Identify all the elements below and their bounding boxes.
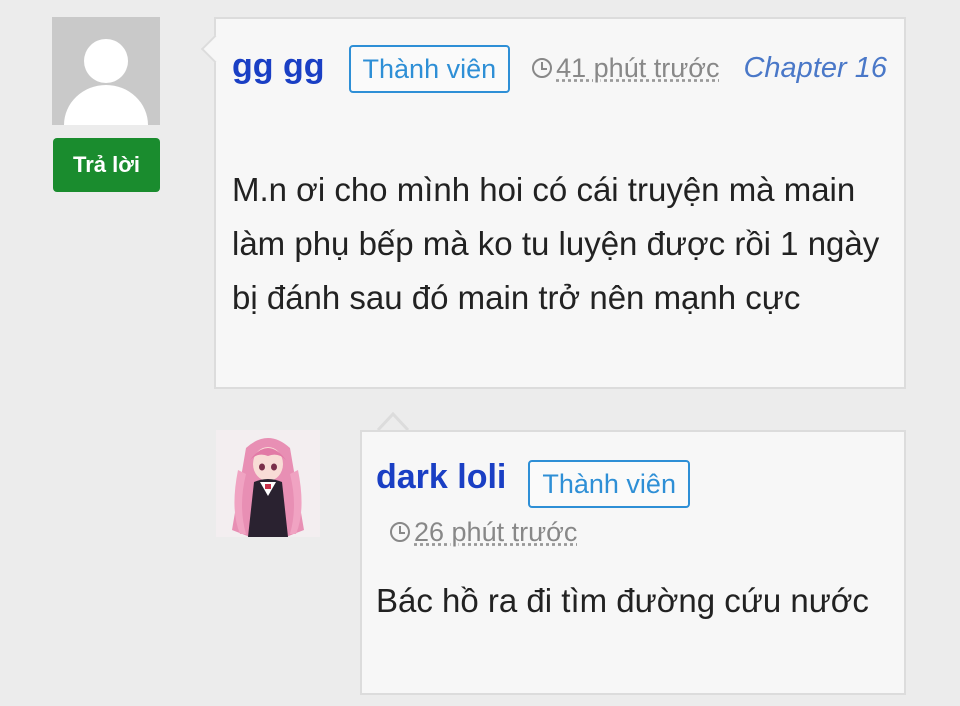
anime-girl-avatar-icon xyxy=(216,430,320,537)
chapter-link[interactable]: Chapter 16 xyxy=(743,52,887,84)
comment-time-text: 41 phút trước xyxy=(556,53,720,83)
comment-time[interactable]: 41 phút trước xyxy=(532,53,719,83)
clock-icon xyxy=(532,58,553,78)
reply-time-text: 26 phút trước xyxy=(414,517,578,547)
reply-author-avatar[interactable] xyxy=(216,430,320,537)
reply-pointer xyxy=(376,411,410,432)
comment-bubble: gg gg Thành viên 41 phút trước Chapter 16 M… xyxy=(200,17,906,389)
reply-header: dark loli Thành viên xyxy=(376,450,896,511)
reply-text: Bác hồ ra đi tìm đường cứu nước xyxy=(376,582,869,619)
reply-button[interactable]: Trả lời xyxy=(53,138,160,192)
user-avatar[interactable] xyxy=(52,17,160,125)
clock-icon xyxy=(390,522,410,542)
comment-header: gg gg Thành viên 41 phút trước Chapter 16 xyxy=(232,39,892,95)
reply-time[interactable]: 26 phút trước xyxy=(390,510,577,554)
role-badge: Thành viên xyxy=(348,45,511,94)
comment-text: M.n ơi cho mình hoi có cái truyện mà mai… xyxy=(232,171,880,316)
reply-bubble: dark loli Thành viên 26 phút trước Bác hồ… xyxy=(360,430,906,695)
comment-thread: Trả lời gg gg Thành viên 41 phút trước Chap… xyxy=(0,0,960,706)
reply-author[interactable]: dark loli xyxy=(376,458,506,496)
comment-author[interactable]: gg gg xyxy=(232,47,325,85)
role-badge: Thành viên xyxy=(528,459,690,508)
bubble-pointer xyxy=(200,34,230,64)
default-user-avatar-icon xyxy=(52,17,160,125)
